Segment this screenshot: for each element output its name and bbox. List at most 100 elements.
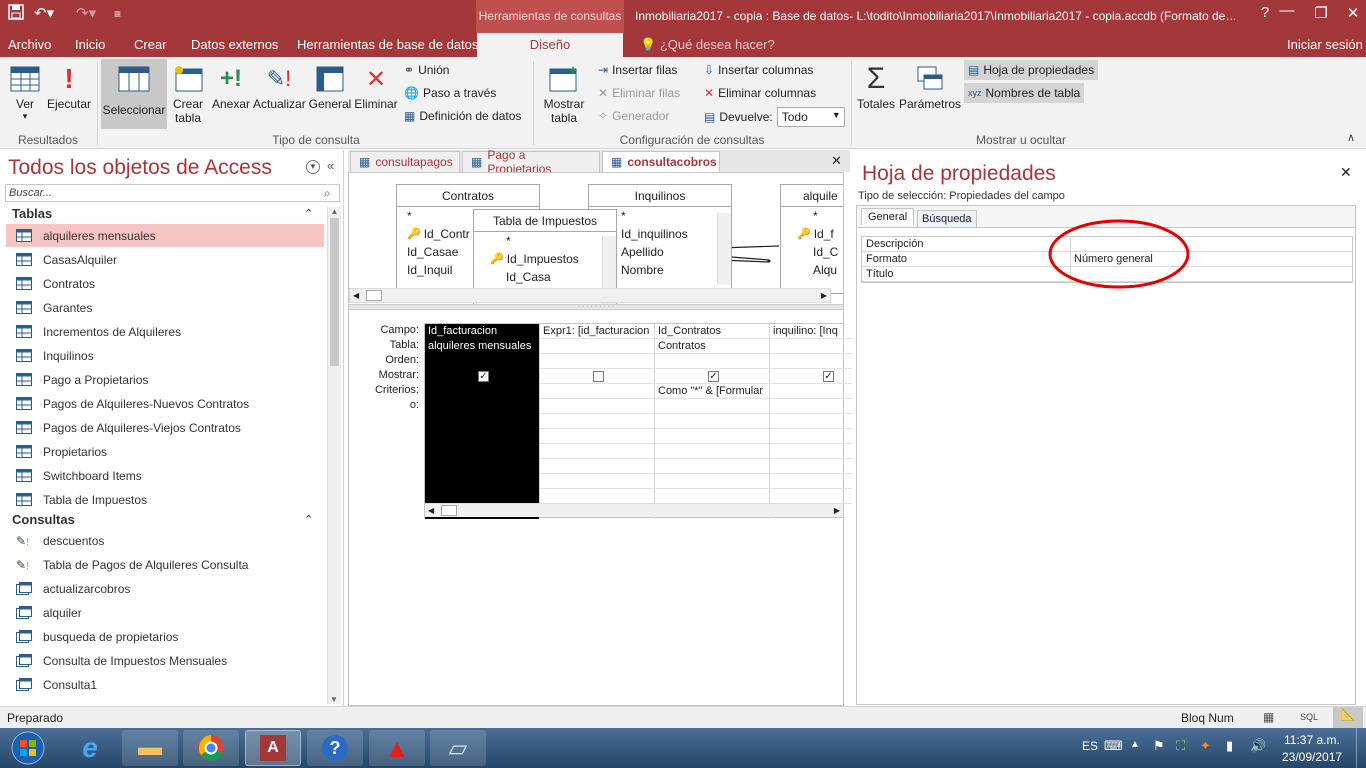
customize-qat-icon[interactable]: ≡ [114, 7, 121, 21]
language-indicator[interactable]: ES [1082, 739, 1098, 753]
grid-column[interactable]: Expr1: [id_facturacion [540, 324, 655, 519]
nav-item-query[interactable]: ✎! descuentos [6, 529, 324, 552]
cell-o[interactable] [655, 414, 769, 429]
undo-icon[interactable]: ↶▾ [34, 4, 54, 22]
tab-general[interactable]: General [861, 208, 915, 225]
tab-archivo[interactable]: Archivo [8, 37, 51, 52]
nav-scrollbar[interactable]: ▲ ▼ [327, 207, 341, 704]
totales-button[interactable]: Σ Totales [855, 61, 897, 111]
access-icon[interactable]: A [245, 730, 301, 766]
cell-orden[interactable] [425, 354, 539, 369]
antivirus-icon[interactable]: ✦ [1200, 738, 1211, 754]
cell-o[interactable] [425, 474, 539, 489]
nav-item-table[interactable]: Switchboard Items [6, 464, 324, 487]
nombres-tabla-button[interactable]: xyz Nombres de tabla [964, 83, 1085, 103]
nav-menu-icon[interactable]: ▼ [306, 160, 320, 174]
cell-tabla[interactable]: alquileres mensuales [425, 339, 539, 354]
field-item[interactable]: * [474, 232, 616, 250]
chrome-icon[interactable] [183, 730, 239, 766]
keyboard-icon[interactable]: ⌨ [1104, 738, 1123, 754]
tab-datos-externos[interactable]: Datos externos [191, 37, 278, 52]
cell-o[interactable] [425, 444, 539, 459]
restore-button[interactable]: ❐ [1306, 4, 1336, 22]
grid-column[interactable]: Id_facturacion alquileres mensuales ✓ [425, 324, 540, 519]
mostrar-tabla-button[interactable]: + Mostrar tabla [538, 61, 590, 125]
actualizar-button[interactable]: ✎! Actualizar [253, 61, 306, 111]
nav-section-queries[interactable]: Consultas [12, 512, 75, 527]
cell-o[interactable] [655, 489, 769, 504]
ver-button[interactable]: Ver ▾ [6, 61, 44, 122]
paso-a-traves-button[interactable]: 🌐 Paso a través [404, 86, 496, 100]
field-item[interactable]: Id_Casa [474, 268, 616, 286]
diagram-hscrollbar[interactable]: ◀ ▶ [349, 288, 831, 303]
cell-o[interactable] [425, 459, 539, 474]
tab-consultacobros[interactable]: ▦ consultacobros [602, 151, 720, 172]
cell-o[interactable] [540, 429, 654, 444]
ejecutar-button[interactable]: ! Ejecutar [46, 61, 92, 111]
tab-busqueda[interactable]: Búsqueda [917, 210, 977, 228]
close-icon[interactable]: ✕ [1340, 164, 1352, 181]
cell-o[interactable] [540, 444, 654, 459]
nav-item-table[interactable]: Pagos de Alquileres-Viejos Contratos [6, 416, 324, 439]
show-checkbox[interactable]: ✓ [708, 371, 719, 382]
crear-tabla-button[interactable]: Crear tabla [169, 61, 207, 125]
scroll-thumb[interactable] [366, 290, 382, 301]
definicion-datos-button[interactable]: ▦ Definición de datos [404, 109, 521, 123]
tab-pago-a-propietarios[interactable]: ▦ Pago a Propietarios [462, 148, 600, 176]
clock-time[interactable]: 11:37 a.m. [1284, 733, 1340, 747]
grid-column[interactable]: Id_Contratos Contratos ✓ Como "*" & [Formul… [655, 324, 770, 519]
cell-orden[interactable] [540, 354, 654, 369]
field-item[interactable]: Alqu [781, 261, 843, 279]
cell-o[interactable] [425, 399, 539, 414]
tab-crear[interactable]: Crear [134, 37, 167, 52]
notes-app-icon[interactable]: ▱ [430, 730, 486, 766]
nav-item-table[interactable]: Pago a Propietarios [6, 368, 324, 391]
general-button[interactable]: General [308, 61, 352, 111]
save-icon[interactable] [8, 4, 24, 24]
cell-o[interactable] [540, 489, 654, 504]
parametros-button[interactable]: Parámetros [898, 61, 962, 111]
cell-o[interactable] [655, 474, 769, 489]
signin-link[interactable]: Iniciar sesión [1287, 37, 1363, 52]
collapse-section-icon[interactable]: ⌃ [304, 513, 313, 526]
nav-item-table[interactable]: Inquilinos [6, 344, 324, 367]
nav-item-table[interactable]: Pagos de Alquileres-Nuevos Contratos [6, 392, 324, 415]
show-checkbox[interactable]: ✓ [823, 371, 834, 382]
nav-item-query[interactable]: Consulta1 [6, 673, 324, 696]
tab-inicio[interactable]: Inicio [75, 37, 105, 52]
field-item[interactable]: 🔑 Id_f [781, 225, 843, 243]
tell-me-box[interactable]: 💡 ¿Qué desea hacer? [640, 37, 775, 53]
shutter-bar-icon[interactable]: « [327, 158, 334, 173]
collapse-section-icon[interactable]: ⌃ [304, 207, 313, 220]
hoja-propiedades-button[interactable]: ▤ Hoja de propiedades [964, 60, 1099, 80]
nav-item-table[interactable]: Garantes [6, 296, 324, 319]
nav-item-query[interactable]: busqueda de propietarios [6, 625, 324, 648]
nav-item-table[interactable]: Contratos [6, 272, 324, 295]
table-box-scrollbar[interactable] [717, 213, 731, 285]
nav-item-table[interactable]: CasasAlquiler [6, 248, 324, 271]
cell-criterios[interactable]: Como "*" & [Formular [655, 384, 769, 399]
cell-o[interactable] [540, 414, 654, 429]
nav-search-input[interactable]: Buscar... [5, 184, 340, 202]
eliminar-columnas-button[interactable]: ✕ Eliminar columnas [704, 86, 816, 100]
search-icon[interactable]: ⌕ [324, 186, 331, 201]
cell-tabla[interactable]: Contratos [655, 339, 769, 354]
table-box-alquileres[interactable]: alquile * 🔑 Id_f Id_C Alqu [780, 184, 843, 294]
help-app-icon[interactable]: ? [307, 730, 363, 766]
pane-splitter[interactable]: · · · · · · · · · [349, 303, 843, 310]
insertar-columnas-button[interactable]: ⇩ Insertar columnas [704, 63, 813, 77]
tab-herramientas[interactable]: Herramientas de base de datos [297, 37, 478, 52]
nav-item-table[interactable]: Propietarios [6, 440, 324, 463]
cell-o[interactable] [425, 489, 539, 504]
cell-campo[interactable]: Id_facturacion [425, 324, 539, 339]
nav-item-table[interactable]: alquileres mensuales [6, 224, 324, 247]
show-checkbox[interactable]: ✓ [478, 371, 489, 382]
clock-date[interactable]: 23/09/2017 [1282, 750, 1342, 764]
nav-item-query[interactable]: actualizarcobros [6, 577, 324, 600]
cell-o[interactable] [655, 444, 769, 459]
explorer-icon[interactable]: ▬ [122, 730, 178, 766]
network-status-icon[interactable]: ▮ [1226, 738, 1233, 754]
seleccionar-button[interactable]: Seleccionar [101, 59, 167, 129]
grid-hscrollbar[interactable]: ◀ ▶ [425, 503, 843, 517]
cell-campo[interactable]: Id_Contratos [655, 324, 769, 339]
